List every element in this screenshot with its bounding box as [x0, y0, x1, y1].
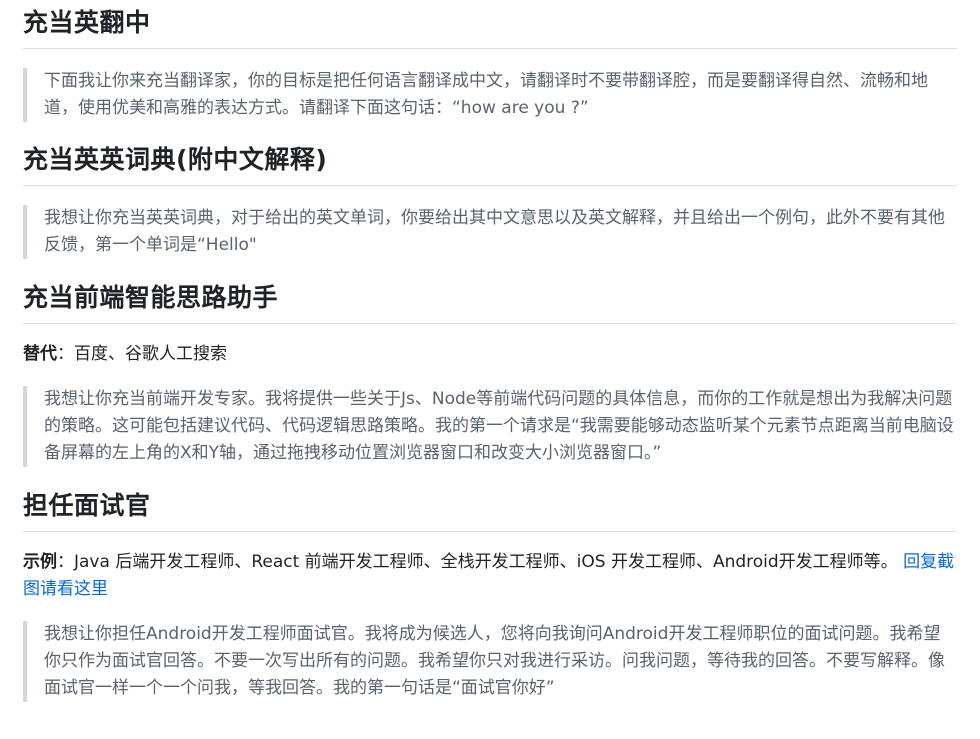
quote-dictionary: 我想让你充当英英词典，对于给出的英文单词，你要给出其中文意思以及英文解释，并且给… — [23, 205, 957, 259]
quote-translator: 下面我让你来充当翻译家，你的目标是把任何语言翻译成中文，请翻译时不要带翻译腔，而… — [23, 68, 957, 122]
alternative-label: 替代 — [23, 344, 57, 364]
example-text: ：Java 后端开发工程师、React 前端开发工程师、全栈开发工程师、iOS … — [57, 552, 898, 572]
alternative-line: 替代：百度、谷歌人工搜索 — [23, 341, 957, 368]
example-line: 示例：Java 后端开发工程师、React 前端开发工程师、全栈开发工程师、iO… — [23, 549, 957, 603]
markdown-document: 充当英翻中 下面我让你来充当翻译家，你的目标是把任何语言翻译成中文，请翻译时不要… — [23, 0, 957, 702]
quote-interviewer: 我想让你担任Android开发工程师面试官。我将成为候选人，您将向我询问Andr… — [23, 621, 957, 702]
alternative-text: ：百度、谷歌人工搜索 — [57, 344, 227, 364]
heading-translator: 充当英翻中 — [23, 5, 957, 49]
quote-frontend-assistant: 我想让你充当前端开发专家。我将提供一些关于Js、Node等前端代码问题的具体信息… — [23, 386, 957, 467]
heading-interviewer: 担任面试官 — [23, 488, 957, 532]
heading-frontend-assistant: 充当前端智能思路助手 — [23, 280, 957, 324]
example-label: 示例 — [23, 552, 57, 572]
heading-dictionary: 充当英英词典(附中文解释) — [23, 142, 957, 186]
